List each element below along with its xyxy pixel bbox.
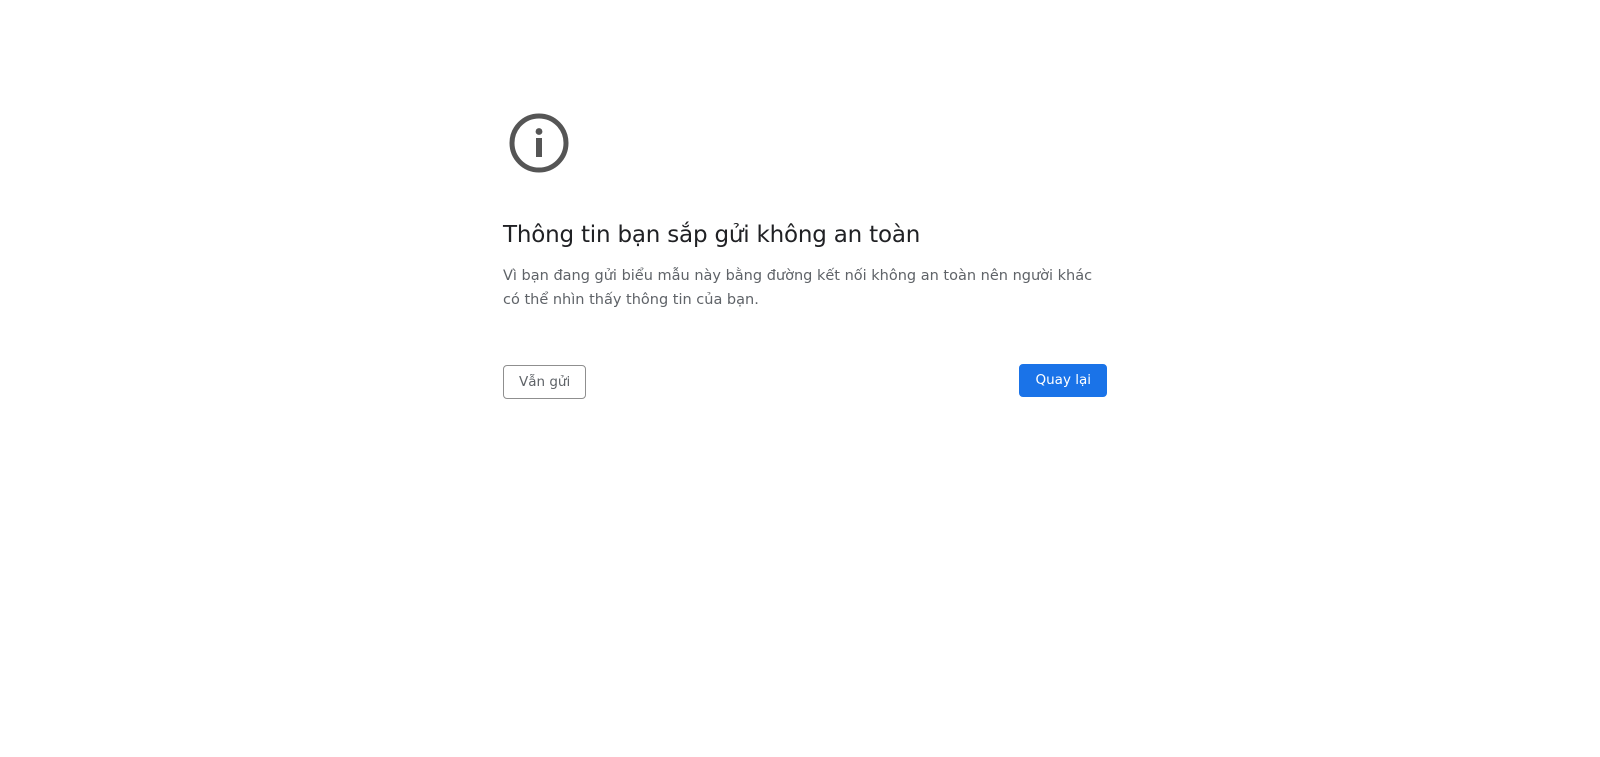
warning-message: Vì bạn đang gửi biểu mẫu này bằng đường … — [503, 268, 1093, 308]
info-icon — [508, 112, 570, 174]
page-title: Thông tin bạn sắp gửi không an toàn — [503, 222, 921, 248]
send-anyway-button[interactable]: Vẫn gửi — [503, 365, 587, 399]
insecure-form-warning-page: Thông tin bạn sắp gửi không an toàn Vì b… — [0, 0, 1600, 757]
go-back-button[interactable]: Quay lại — [1019, 364, 1107, 397]
interstitial-content: Thông tin bạn sắp gửi không an toàn Vì b… — [503, 112, 1107, 399]
action-buttons: Vẫn gửi Quay lại — [503, 364, 1107, 399]
